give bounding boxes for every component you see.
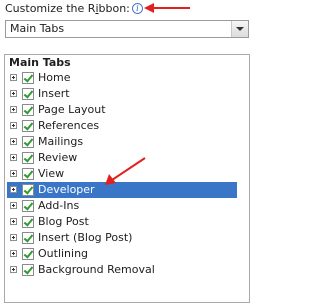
tab-checkbox[interactable] xyxy=(22,88,34,100)
customize-ribbon-label: Customize the Ribbon: i xyxy=(5,0,143,17)
expand-plus-icon[interactable] xyxy=(10,138,17,145)
ribbon-tabs-tree[interactable]: Main Tabs Home Insert Page Layout Reference… xyxy=(4,54,250,303)
main-tabs-dropdown-value: Main Tabs xyxy=(10,22,65,35)
tree-item-label: Outlining xyxy=(38,247,89,260)
expand-plus-icon[interactable] xyxy=(10,74,17,81)
expand-plus-icon[interactable] xyxy=(10,170,17,177)
tree-item-label: References xyxy=(38,119,100,132)
tree-item-label: Insert xyxy=(38,87,70,100)
tab-checkbox[interactable] xyxy=(22,136,34,148)
tree-item-label: Mailings xyxy=(38,135,84,148)
tree-item-view[interactable]: View xyxy=(7,166,237,182)
expand-plus-icon[interactable] xyxy=(10,250,17,257)
tree-item-developer[interactable]: Developer xyxy=(7,182,237,198)
tab-checkbox[interactable] xyxy=(22,248,34,260)
tree-item-blog-post[interactable]: Blog Post xyxy=(7,214,237,230)
tree-item-label: Add-Ins xyxy=(38,199,80,212)
tree-item-label: Insert (Blog Post) xyxy=(38,231,133,244)
tab-checkbox[interactable] xyxy=(22,216,34,228)
expand-plus-icon[interactable] xyxy=(10,234,17,241)
tree-item-outlining[interactable]: Outlining xyxy=(7,246,237,262)
tree-item-insert-blog-post[interactable]: Insert (Blog Post) xyxy=(7,230,237,246)
tree-header: Main Tabs xyxy=(9,56,71,69)
tree-item-label: Review xyxy=(38,151,78,164)
expand-plus-icon[interactable] xyxy=(10,106,17,113)
main-tabs-dropdown[interactable]: Main Tabs xyxy=(5,20,249,38)
expand-plus-icon[interactable] xyxy=(10,186,17,193)
tree-item-background-removal[interactable]: Background Removal xyxy=(7,262,237,278)
tree-item-label: Page Layout xyxy=(38,103,106,116)
expand-plus-icon[interactable] xyxy=(10,266,17,273)
tree-item-references[interactable]: References xyxy=(7,118,237,134)
tree-item-insert[interactable]: Insert xyxy=(7,86,237,102)
tree-item-home[interactable]: Home xyxy=(7,70,237,86)
info-icon[interactable]: i xyxy=(131,3,143,14)
tree-item-label: Developer xyxy=(38,183,95,196)
tree-item-label: View xyxy=(38,167,65,180)
tree-item-page-layout[interactable]: Page Layout xyxy=(7,102,237,118)
tab-checkbox[interactable] xyxy=(22,104,34,116)
expand-plus-icon[interactable] xyxy=(10,154,17,161)
tab-checkbox[interactable] xyxy=(22,200,34,212)
tree-item-mailings[interactable]: Mailings xyxy=(7,134,237,150)
tree-item-label: Home xyxy=(38,71,71,84)
tab-checkbox[interactable] xyxy=(22,232,34,244)
tab-checkbox[interactable] xyxy=(22,168,34,180)
expand-plus-icon[interactable] xyxy=(10,202,17,209)
tree-item-label: Blog Post xyxy=(38,215,89,228)
customize-label-prefix: Customize the R xyxy=(5,2,96,15)
tree-item-review[interactable]: Review xyxy=(7,150,237,166)
tree-item-add-ins[interactable]: Add-Ins xyxy=(7,198,237,214)
expand-plus-icon[interactable] xyxy=(10,218,17,225)
expand-plus-icon[interactable] xyxy=(10,90,17,97)
tab-checkbox[interactable] xyxy=(22,264,34,276)
tab-checkbox[interactable] xyxy=(22,152,34,164)
chevron-down-icon[interactable] xyxy=(231,21,248,37)
tab-checkbox[interactable] xyxy=(22,120,34,132)
tab-checkbox[interactable] xyxy=(22,184,34,196)
customize-label-suffix: bbon: xyxy=(98,2,130,15)
expand-plus-icon[interactable] xyxy=(10,122,17,129)
tree-item-label: Background Removal xyxy=(38,263,155,276)
tab-checkbox[interactable] xyxy=(22,72,34,84)
